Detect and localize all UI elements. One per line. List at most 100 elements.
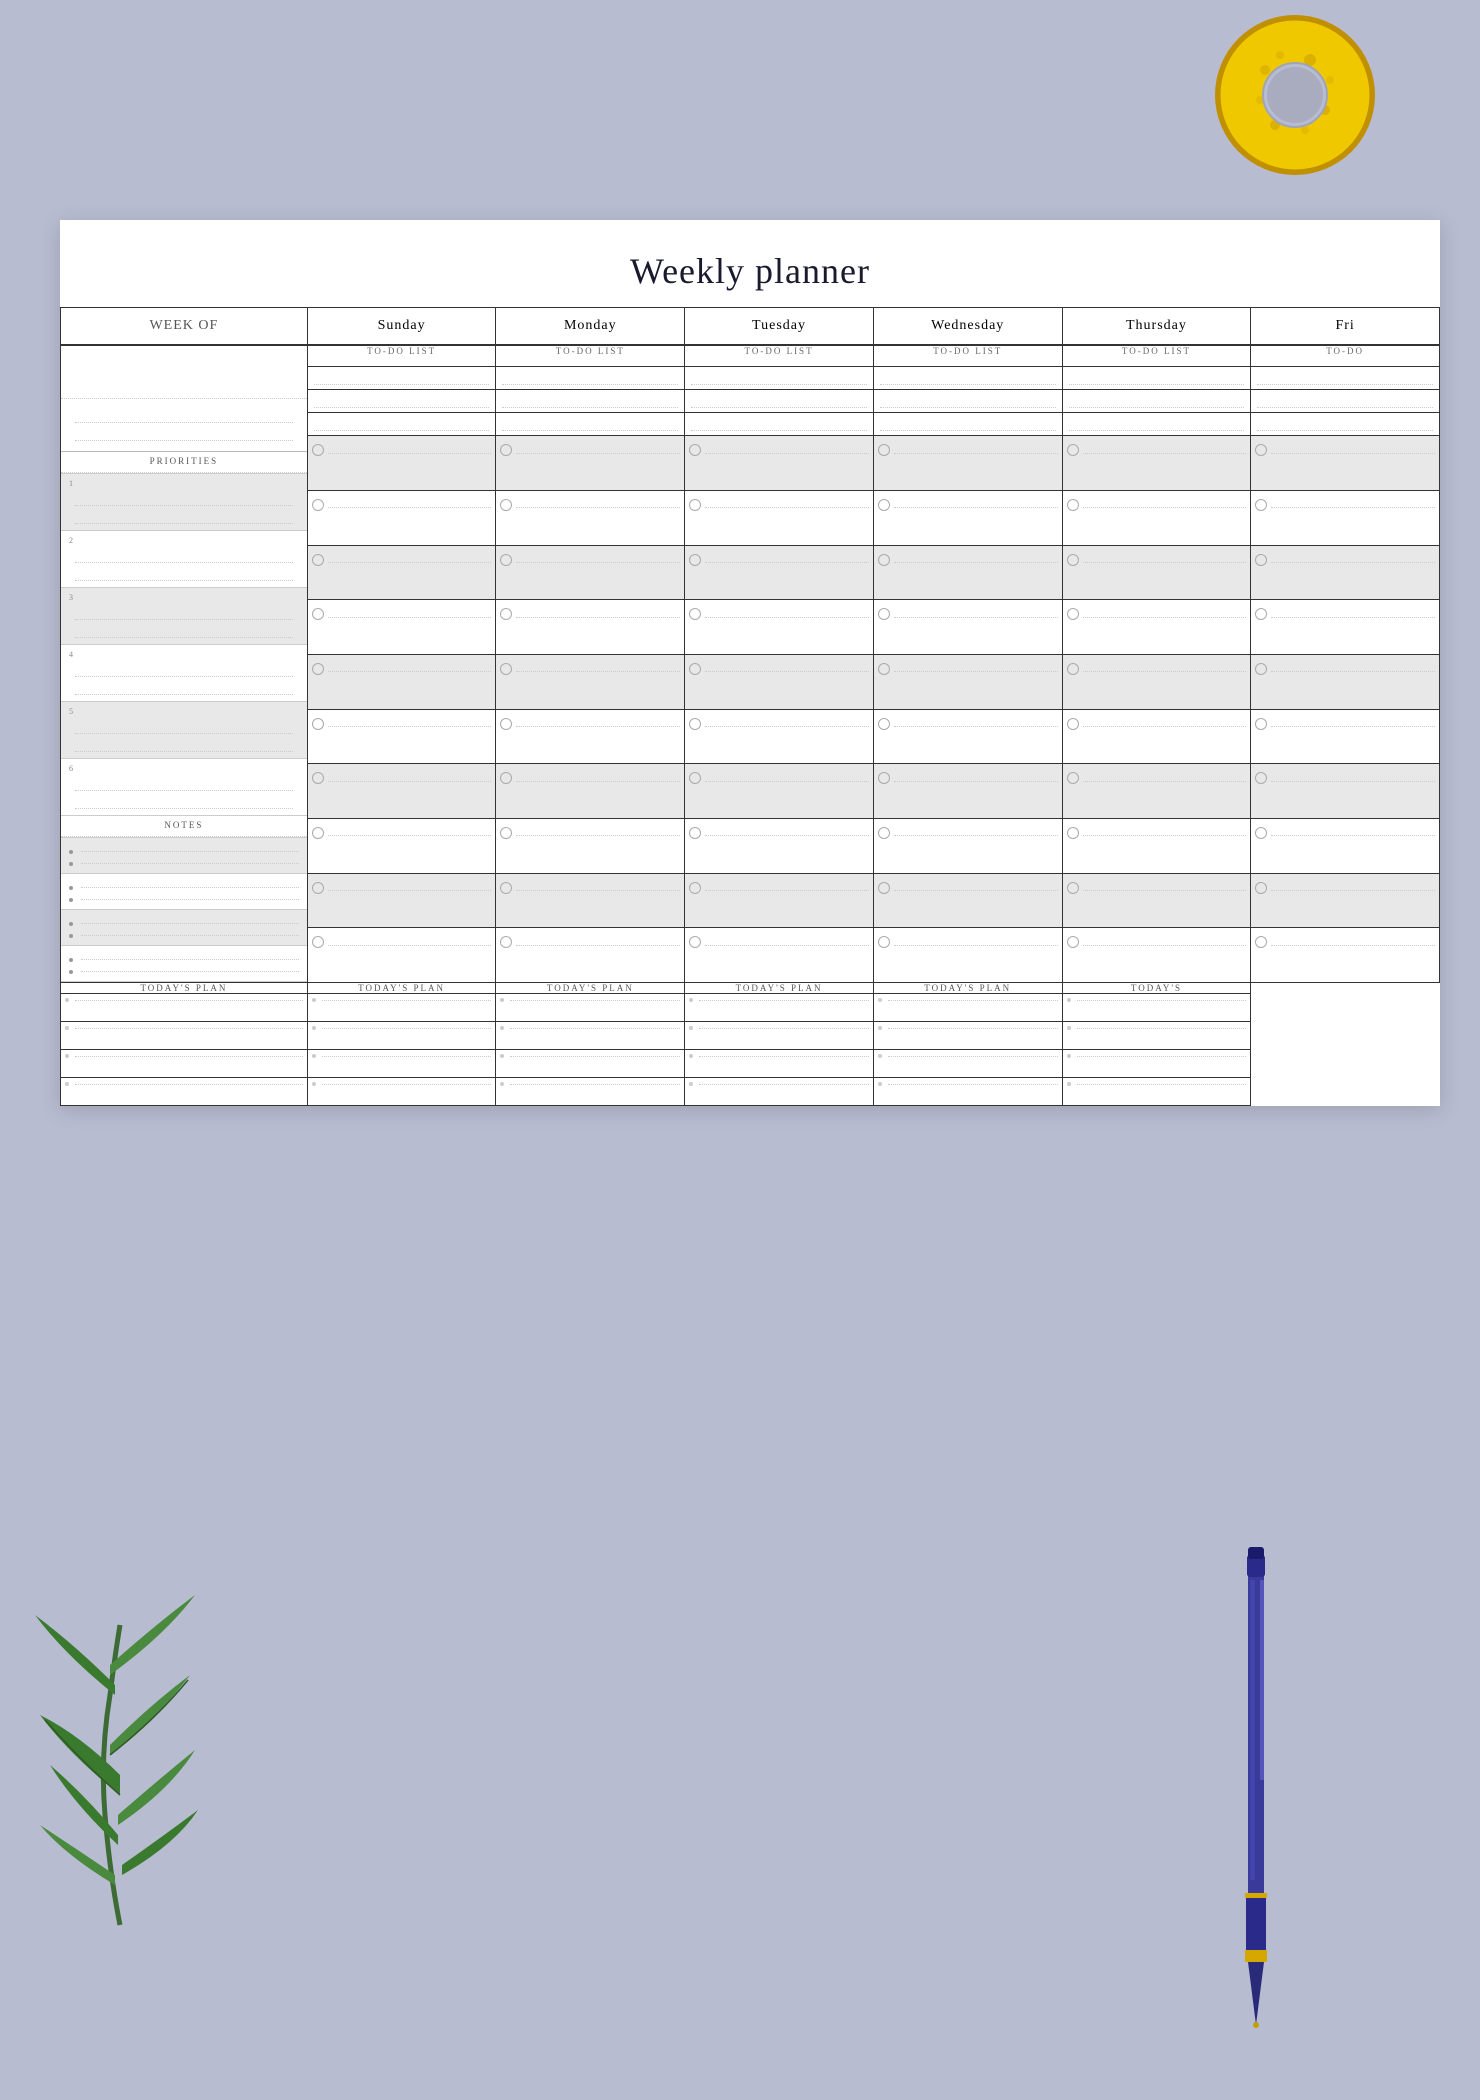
priority-6: 6 [69,764,299,773]
planner-paper: Weekly planner WEEK OF Sunday Monday Tue… [60,220,1440,1106]
checkbox-circle[interactable] [878,444,890,456]
todays-plan-label-row: TODAY'S PLAN TODAY'S PLAN TODAY'S PLAN T… [61,983,1440,994]
thursday-todays-plan-label: TODAY'S PLAN [873,983,1062,994]
priority-2: 2 [69,536,299,545]
checkbox-circle[interactable] [500,936,512,948]
checkbox-circle[interactable] [312,827,324,839]
checkbox-circle[interactable] [1255,663,1267,675]
checkbox-circle[interactable] [689,936,701,948]
priority-4: 4 [69,650,299,659]
checkbox-circle[interactable] [312,444,324,456]
checkbox-circle[interactable] [1067,936,1079,948]
friday-todo-label: TO-DO [1251,345,1440,367]
thursday-todo-label: TO-DO LIST [1062,345,1251,367]
checkbox-circle[interactable] [1067,608,1079,620]
friday-header: Fri [1251,308,1440,346]
checkbox-circle[interactable] [689,827,701,839]
checkbox-circle[interactable] [878,936,890,948]
checkbox-circle[interactable] [689,444,701,456]
wednesday-todays-plan-label: TODAY'S PLAN [685,983,874,994]
checkbox-circle[interactable] [878,663,890,675]
checkbox-circle[interactable] [500,718,512,730]
checkbox-circle[interactable] [1255,444,1267,456]
checkbox-circle[interactable] [1067,444,1079,456]
priority-5: 5 [69,707,299,716]
priority-3: 3 [69,593,299,602]
monday-header: Monday [496,308,685,346]
checkbox-circle[interactable] [689,663,701,675]
plan-content-row-3 [61,1050,1440,1078]
tape-roll-decoration [1210,10,1380,185]
checkbox-circle[interactable] [1067,772,1079,784]
checkbox-circle[interactable] [1255,718,1267,730]
plan-content-row-2 [61,1022,1440,1050]
checkbox-circle[interactable] [1067,827,1079,839]
checkbox-circle[interactable] [689,772,701,784]
checkbox-circle[interactable] [312,882,324,894]
sunday-todays-plan-label: TODAY'S PLAN [61,983,308,994]
checkbox-circle[interactable] [500,772,512,784]
checkbox-circle[interactable] [689,554,701,566]
checkbox-circle[interactable] [312,772,324,784]
wednesday-todo-label: TO-DO LIST [873,345,1062,367]
checkbox-circle[interactable] [1255,772,1267,784]
sunday-todo-label: TO-DO LIST [307,345,496,367]
checkbox-circle[interactable] [878,608,890,620]
checkbox-circle[interactable] [1255,499,1267,511]
checkbox-circle[interactable] [1067,718,1079,730]
checkbox-circle[interactable] [878,554,890,566]
sunday-header: Sunday [307,308,496,346]
checkbox-circle[interactable] [1255,554,1267,566]
monday-todo-label: TO-DO LIST [496,345,685,367]
checkbox-circle[interactable] [500,882,512,894]
checkbox-circle[interactable] [312,608,324,620]
checkbox-circle[interactable] [689,608,701,620]
todo-label-row: PRIORITIES 1 2 [61,345,1440,367]
monday-todays-plan-label: TODAY'S PLAN [307,983,496,994]
checkbox-circle[interactable] [878,772,890,784]
tuesday-todays-plan-label: TODAY'S PLAN [496,983,685,994]
checkbox-circle[interactable] [878,499,890,511]
checkbox-circle[interactable] [1067,882,1079,894]
planner-table: WEEK OF Sunday Monday Tuesday Wednesday … [60,307,1440,1106]
plan-content-row-4 [61,1078,1440,1106]
wednesday-header: Wednesday [873,308,1062,346]
planner-title: Weekly planner [60,250,1440,292]
checkbox-circle[interactable] [500,827,512,839]
priority-1: 1 [69,479,299,488]
checkbox-circle[interactable] [878,827,890,839]
checkbox-circle[interactable] [689,882,701,894]
checkbox-circle[interactable] [312,499,324,511]
left-column: PRIORITIES 1 2 [61,345,308,983]
checkbox-circle[interactable] [500,663,512,675]
checkbox-circle[interactable] [1255,936,1267,948]
checkbox-circle[interactable] [689,499,701,511]
checkbox-circle[interactable] [312,554,324,566]
checkbox-circle[interactable] [1067,663,1079,675]
week-of-header: WEEK OF [61,308,308,346]
plant-decoration [10,1495,230,1950]
checkbox-circle[interactable] [312,718,324,730]
checkbox-circle[interactable] [878,882,890,894]
checkbox-circle[interactable] [500,499,512,511]
checkbox-circle[interactable] [1255,608,1267,620]
tuesday-todo-label: TO-DO LIST [685,345,874,367]
checkbox-circle[interactable] [689,718,701,730]
checkbox-circle[interactable] [878,718,890,730]
checkbox-circle[interactable] [500,554,512,566]
tuesday-header: Tuesday [685,308,874,346]
checkbox-circle[interactable] [500,608,512,620]
checkbox-circle[interactable] [500,444,512,456]
checkbox-circle[interactable] [312,663,324,675]
checkbox-circle[interactable] [1067,499,1079,511]
friday-todays-plan-label: TODAY'S [1062,983,1251,994]
checkbox-circle[interactable] [312,936,324,948]
checkbox-circle[interactable] [1255,882,1267,894]
priorities-label: PRIORITIES [61,452,307,473]
checkbox-circle[interactable] [1255,827,1267,839]
notes-label: NOTES [61,816,307,837]
checkbox-circle[interactable] [1067,554,1079,566]
thursday-header: Thursday [1062,308,1251,346]
plan-content-row-1 [61,994,1440,1022]
pen-decoration [1230,1525,1280,2050]
